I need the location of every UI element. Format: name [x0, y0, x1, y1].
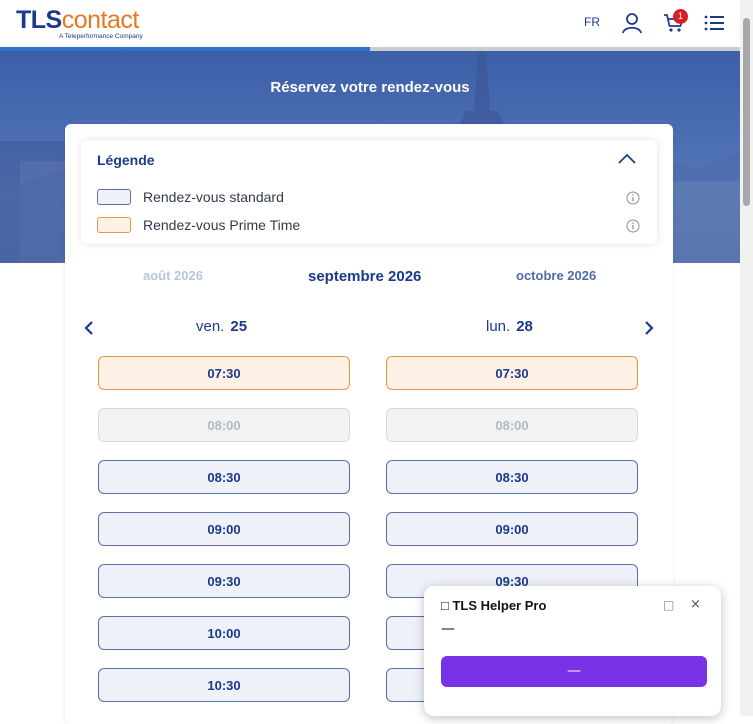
tlscontact-logo[interactable]: TLScontact A Teleperformance Company — [16, 7, 143, 40]
month-selector: août 2026 septembre 2026 octobre 2026 — [65, 268, 673, 288]
helper-status: — — [441, 621, 455, 637]
day-date: 28 — [516, 318, 533, 335]
page-scrollbar[interactable] — [740, 0, 753, 716]
legend-title: Légende — [97, 152, 155, 168]
legend-item-standard: Rendez-vous standard — [97, 188, 284, 206]
time-slot-prime[interactable]: 07:30 — [98, 356, 350, 390]
time-slot-standard[interactable]: 09:00 — [98, 512, 350, 546]
standard-swatch — [97, 189, 131, 205]
time-slot-standard[interactable]: 08:30 — [98, 460, 350, 494]
page-title: Réservez votre rendez-vous — [270, 79, 470, 96]
prime-swatch — [97, 217, 131, 233]
legend-label-prime: Rendez-vous Prime Time — [143, 217, 301, 233]
logo-tagline: A Teleperformance Company — [59, 33, 143, 40]
chevron-right-icon[interactable] — [643, 320, 655, 336]
day-header-right: lun. 28 — [486, 318, 533, 335]
day-header-left: ven. 25 — [196, 318, 247, 335]
helper-popup: □ TLS Helper Pro □ × — — — [424, 586, 721, 716]
legend-item-prime: Rendez-vous Prime Time — [97, 216, 300, 234]
menu-icon[interactable] — [703, 12, 725, 34]
cart-count-badge: 1 — [673, 9, 688, 24]
scrollbar-thumb[interactable] — [743, 18, 750, 206]
helper-icon: □ — [441, 598, 449, 613]
month-next[interactable]: octobre 2026 — [516, 268, 596, 283]
info-icon[interactable] — [626, 219, 640, 233]
logo-contact-text: contact — [61, 6, 140, 34]
month-current: septembre 2026 — [308, 268, 422, 285]
chevron-up-icon[interactable] — [617, 152, 637, 166]
close-icon[interactable]: × — [690, 597, 701, 612]
minimize-icon[interactable]: □ — [663, 598, 674, 612]
time-slot-standard[interactable]: 09:30 — [98, 564, 350, 598]
time-slot-disabled: 08:00 — [98, 408, 350, 442]
helper-action-button[interactable]: — — [441, 656, 707, 687]
day-weekday: ven. — [196, 318, 225, 335]
time-slot-standard[interactable]: 08:30 — [386, 460, 638, 494]
chevron-left-icon[interactable] — [83, 320, 95, 336]
time-slot-standard[interactable]: 10:30 — [98, 668, 350, 702]
legend-panel: Légende Rendez-vous standard Rendez-vous… — [81, 140, 657, 244]
helper-title-row: □ TLS Helper Pro — [441, 598, 546, 613]
helper-title: TLS Helper Pro — [452, 598, 547, 613]
user-icon[interactable] — [621, 12, 643, 34]
time-slot-disabled: 08:00 — [386, 408, 638, 442]
legend-label-standard: Rendez-vous standard — [143, 189, 284, 205]
time-slot-standard[interactable]: 10:00 — [98, 616, 350, 650]
month-prev[interactable]: août 2026 — [143, 268, 203, 283]
time-slot-prime[interactable]: 07:30 — [386, 356, 638, 390]
top-header: TLScontact A Teleperformance Company FR … — [0, 0, 740, 48]
logo-tls-text: TLS — [16, 6, 62, 34]
time-slot-standard[interactable]: 09:00 — [386, 512, 638, 546]
day-weekday: lun. — [486, 318, 511, 335]
info-icon[interactable] — [626, 191, 640, 205]
language-selector[interactable]: FR — [584, 15, 600, 29]
day-date: 25 — [230, 318, 248, 335]
